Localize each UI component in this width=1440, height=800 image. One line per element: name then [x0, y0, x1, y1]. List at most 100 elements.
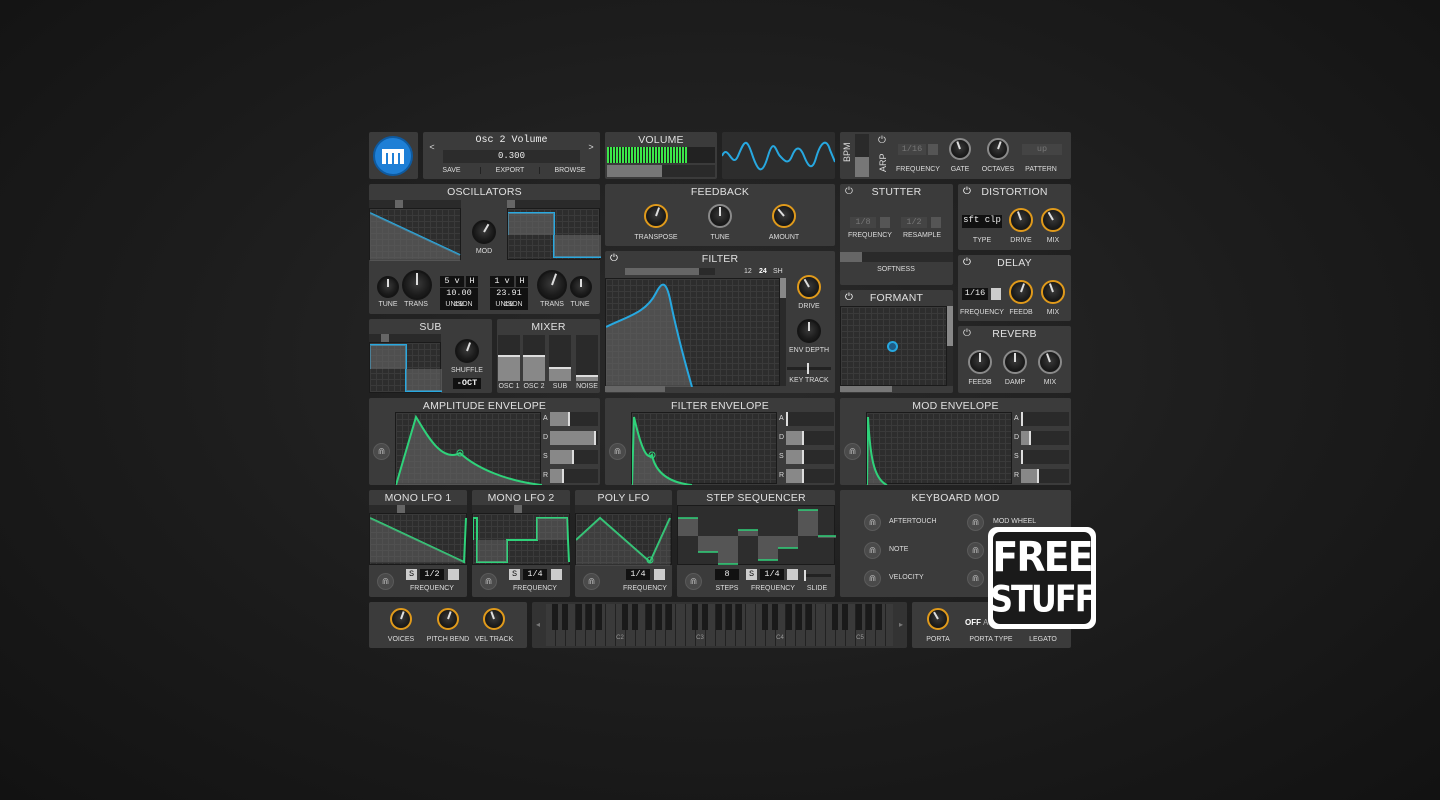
piano-keyboard[interactable]: [546, 604, 893, 646]
step-sequencer-slide-slider[interactable]: [804, 570, 831, 581]
poly-lfo-note-icon[interactable]: [654, 569, 665, 580]
amp-envelope-graph[interactable]: [395, 412, 543, 486]
arp-pattern-value[interactable]: up: [1022, 144, 1062, 155]
arp-sync-icon[interactable]: [928, 144, 938, 155]
mixer-noise-slider[interactable]: [576, 335, 598, 381]
volume-slider[interactable]: [607, 165, 715, 177]
filter-env-decay-slider[interactable]: [786, 431, 834, 445]
sub-octave-button[interactable]: -OCT: [453, 378, 481, 389]
browse-button[interactable]: BROWSE: [540, 167, 600, 174]
filter-12db-button[interactable]: 12: [744, 268, 752, 275]
mod-envelope-graph[interactable]: [866, 412, 1012, 486]
step-sequencer-frequency-value[interactable]: 1/4: [760, 569, 784, 580]
osc2-trans-knob[interactable]: [537, 270, 567, 300]
amp-attack-slider[interactable]: [550, 412, 598, 426]
stutter-softness-slider[interactable]: [840, 252, 953, 262]
osc2-unison-h-button[interactable]: H: [516, 276, 528, 287]
mod-env-release-slider[interactable]: [1021, 469, 1069, 483]
osc1-tune-knob[interactable]: [377, 276, 399, 298]
feedback-tune-knob[interactable]: [708, 204, 732, 228]
mono-lfo2-mod-icon[interactable]: ⋒: [480, 573, 497, 590]
filter-24db-button[interactable]: 24: [759, 268, 767, 275]
filter-sh-button[interactable]: SH: [773, 268, 783, 275]
stutter-resample-sync-icon[interactable]: [931, 217, 941, 228]
filter-style-slider[interactable]: [625, 268, 715, 275]
keyboard-scroll-left-icon[interactable]: ◂: [536, 620, 540, 629]
mixer-osc2-slider[interactable]: [523, 335, 545, 381]
step-sequencer-mod-icon[interactable]: ⋒: [685, 573, 702, 590]
amp-envelope-mod-icon[interactable]: ⋒: [373, 443, 390, 460]
mod-env-decay-slider[interactable]: [1021, 431, 1069, 445]
mono-lfo2-frequency-value[interactable]: 1/4: [523, 569, 547, 580]
sub-waveform[interactable]: [369, 342, 442, 393]
osc1-trans-knob[interactable]: [402, 270, 432, 300]
arp-power-icon[interactable]: ⏻: [878, 135, 886, 146]
step-sequencer-graph[interactable]: [677, 505, 836, 565]
step-sequencer-note-icon[interactable]: [787, 569, 798, 580]
amp-sustain-slider[interactable]: [550, 450, 598, 464]
mod-envelope-mod-icon[interactable]: ⋒: [844, 443, 861, 460]
distortion-mix-knob[interactable]: [1041, 208, 1065, 232]
osc1-unison-voices[interactable]: 5 v: [440, 276, 464, 287]
sub-shuffle-knob[interactable]: [455, 339, 479, 363]
osc1-unison-h-button[interactable]: H: [466, 276, 478, 287]
step-sequencer-steps-value[interactable]: 8: [715, 569, 739, 580]
osc2-unison-voices[interactable]: 1 v: [490, 276, 514, 287]
mono-lfo1-note-icon[interactable]: [448, 569, 459, 580]
pitch-bend-knob[interactable]: [437, 608, 459, 630]
next-preset-button[interactable]: >: [586, 142, 596, 152]
porta-knob[interactable]: [927, 608, 949, 630]
mono-lfo2-sync-button[interactable]: S: [509, 569, 520, 580]
arp-octaves-knob[interactable]: [987, 138, 1009, 160]
keyboard-scroll-right-icon[interactable]: ▸: [899, 620, 903, 629]
stutter-frequency-sync-icon[interactable]: [880, 217, 890, 228]
volume-meter[interactable]: [607, 147, 687, 163]
delay-sync-icon[interactable]: [991, 288, 1001, 300]
filter-env-sustain-slider[interactable]: [786, 450, 834, 464]
vel-track-knob[interactable]: [483, 608, 505, 630]
distortion-type-value[interactable]: sft clp: [962, 215, 1002, 228]
filter-env-depth-knob[interactable]: [797, 319, 821, 343]
amp-release-slider[interactable]: [550, 469, 598, 483]
export-button[interactable]: EXPORT: [481, 167, 540, 174]
osc2-waveform[interactable]: [507, 208, 601, 260]
osc-mod-knob[interactable]: [472, 220, 496, 244]
arp-frequency-value[interactable]: 1/16: [898, 144, 926, 155]
stutter-frequency-value[interactable]: 1/8: [850, 217, 876, 228]
mixer-osc1-slider[interactable]: [498, 335, 520, 381]
mono-lfo2-waveform[interactable]: [472, 513, 570, 565]
reverb-mix-knob[interactable]: [1038, 350, 1062, 374]
prev-preset-button[interactable]: <: [427, 142, 437, 152]
feedback-transpose-knob[interactable]: [644, 204, 668, 228]
aftertouch-mod-icon[interactable]: ⋒: [864, 514, 881, 531]
mono-lfo1-waveform[interactable]: [369, 513, 467, 565]
mono-lfo1-mod-icon[interactable]: ⋒: [377, 573, 394, 590]
osc1-waveform[interactable]: [369, 208, 461, 261]
distortion-drive-knob[interactable]: [1009, 208, 1033, 232]
velocity-mod-icon[interactable]: ⋒: [864, 570, 881, 587]
mono-lfo1-sync-button[interactable]: S: [406, 569, 417, 580]
feedback-amount-knob[interactable]: [772, 204, 796, 228]
voices-knob[interactable]: [390, 608, 412, 630]
poly-lfo-mod-icon[interactable]: ⋒: [583, 573, 600, 590]
delay-frequency-value[interactable]: 1/16: [962, 288, 988, 300]
bpm-slider[interactable]: [855, 134, 869, 177]
filter-response-graph[interactable]: [605, 278, 780, 388]
mixer-sub-slider[interactable]: [549, 335, 571, 381]
pitch-wheel-mod-icon[interactable]: ⋒: [967, 542, 984, 559]
reverb-feedback-knob[interactable]: [968, 350, 992, 374]
step-sequencer-sync-button[interactable]: S: [746, 569, 757, 580]
arp-gate-knob[interactable]: [949, 138, 971, 160]
porta-type-off-button[interactable]: OFF: [965, 618, 981, 627]
mod-env-attack-slider[interactable]: [1021, 412, 1069, 426]
save-button[interactable]: SAVE: [423, 167, 481, 174]
stutter-resample-value[interactable]: 1/2: [901, 217, 927, 228]
reverb-damp-knob[interactable]: [1003, 350, 1027, 374]
filter-env-release-slider[interactable]: [786, 469, 834, 483]
poly-lfo-waveform[interactable]: [575, 513, 672, 566]
filter-drive-knob[interactable]: [797, 275, 821, 299]
filter-key-track-slider[interactable]: [787, 363, 831, 374]
note-mod-icon[interactable]: ⋒: [864, 542, 881, 559]
formant-xy-pad[interactable]: [840, 306, 947, 386]
mod-wheel-mod-icon[interactable]: ⋒: [967, 514, 984, 531]
